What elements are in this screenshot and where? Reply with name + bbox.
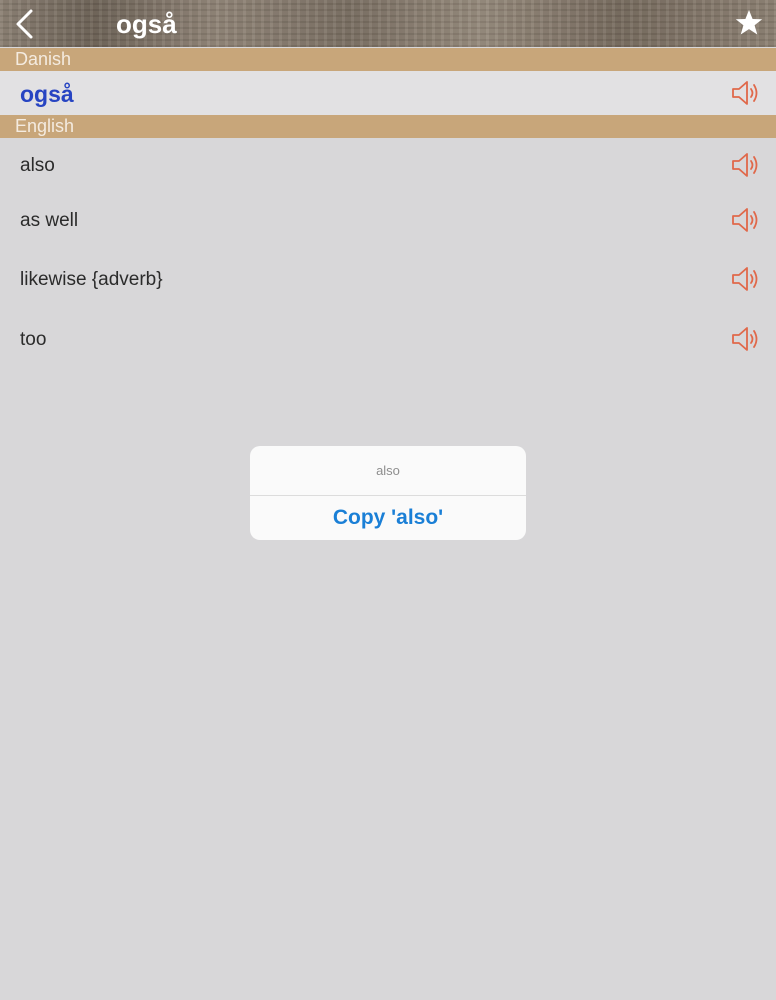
translation-label: likewise {adverb}	[20, 269, 163, 290]
back-button[interactable]	[12, 8, 38, 40]
translation-row[interactable]: likewise {adverb}	[0, 254, 776, 304]
copy-popover: also Copy 'also'	[250, 446, 526, 540]
translation-row[interactable]: too	[0, 314, 776, 364]
translation-label: too	[20, 329, 47, 350]
danish-word: også	[20, 81, 74, 107]
section-header-danish: Danish	[0, 48, 776, 71]
translation-row[interactable]: also	[0, 140, 776, 190]
favorite-button[interactable]	[734, 8, 764, 38]
navigation-bar: også	[0, 0, 776, 47]
translation-label: as well	[20, 210, 79, 231]
section-header-english: English	[0, 115, 776, 138]
translation-row[interactable]: as well	[0, 195, 776, 245]
speaker-icon[interactable]	[730, 206, 760, 234]
copy-button[interactable]: Copy 'also'	[250, 496, 526, 540]
translation-label: also	[20, 155, 55, 176]
star-icon	[735, 10, 763, 35]
page-title: også	[116, 9, 177, 39]
speaker-icon[interactable]	[730, 325, 760, 353]
chevron-left-icon	[16, 9, 33, 39]
popover-title: also	[250, 446, 526, 496]
speaker-icon[interactable]	[730, 265, 760, 293]
danish-word-row[interactable]: også	[0, 71, 776, 115]
speaker-icon[interactable]	[730, 151, 760, 179]
speaker-icon[interactable]	[730, 79, 760, 107]
